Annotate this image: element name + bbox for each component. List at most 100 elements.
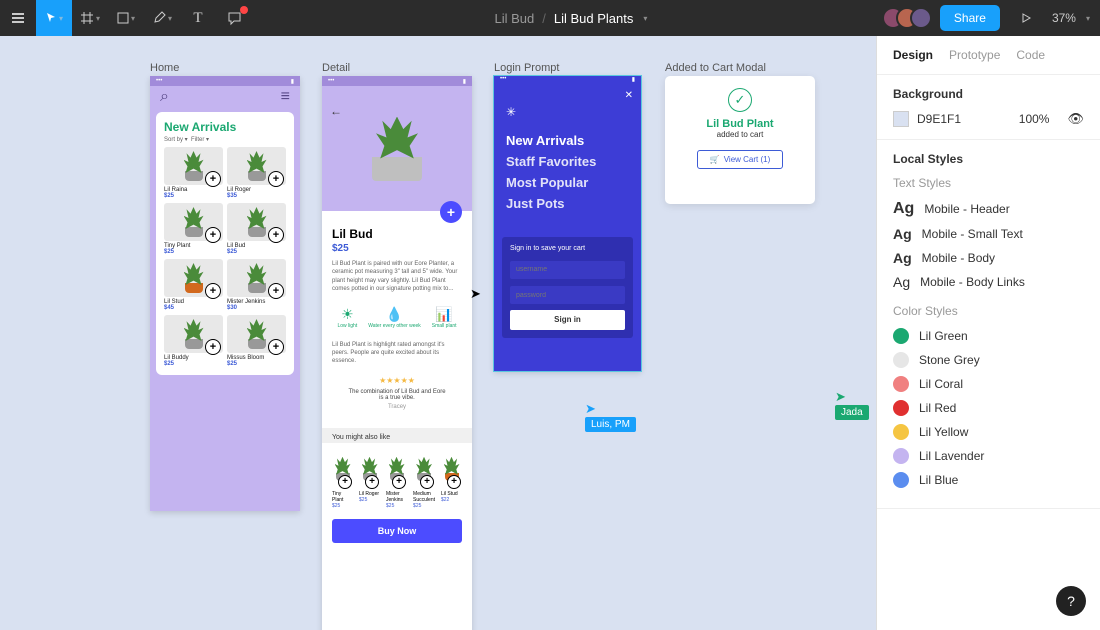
product-card[interactable]: +Lil Roger$35 bbox=[227, 147, 286, 199]
signin-button[interactable]: Sign in bbox=[510, 310, 625, 330]
view-cart-button[interactable]: 🛒View Cart (1) bbox=[697, 150, 784, 169]
properties-panel: Design Prototype Code Background D9E1F1 … bbox=[876, 36, 1100, 630]
logo-icon: ✳ bbox=[494, 105, 641, 119]
suggestion-card[interactable]: +Tiny Plant$25 bbox=[332, 449, 353, 509]
suggestion-price: $25 bbox=[359, 497, 380, 503]
add-to-cart-icon[interactable]: + bbox=[205, 339, 221, 355]
background-swatch[interactable] bbox=[893, 111, 909, 127]
nav-link[interactable]: Just Pots bbox=[506, 196, 629, 211]
frame-icon bbox=[80, 11, 94, 25]
frame-tool[interactable]: ▾ bbox=[72, 0, 108, 36]
help-button[interactable]: ? bbox=[1056, 586, 1086, 616]
text-tool[interactable]: T bbox=[180, 0, 216, 36]
add-to-cart-icon[interactable]: + bbox=[365, 475, 379, 489]
tab-design[interactable]: Design bbox=[893, 48, 933, 62]
avatar[interactable] bbox=[910, 7, 932, 29]
text-style-item[interactable]: AgMobile - Header bbox=[893, 200, 1084, 218]
frame-label-login[interactable]: Login Prompt bbox=[494, 62, 559, 74]
add-to-cart-icon[interactable]: + bbox=[205, 227, 221, 243]
suggestion-name: Lil Roger bbox=[359, 491, 380, 497]
move-tool[interactable]: ▾ bbox=[36, 0, 72, 36]
collaborator-avatars[interactable] bbox=[890, 7, 932, 29]
add-to-cart-icon[interactable]: + bbox=[205, 283, 221, 299]
buy-now-button[interactable]: Buy Now bbox=[332, 519, 462, 543]
chevron-down-icon[interactable]: ▾ bbox=[643, 14, 647, 23]
menu-icon[interactable]: ≡ bbox=[281, 88, 290, 106]
close-icon[interactable]: ✕ bbox=[494, 86, 641, 105]
share-button[interactable]: Share bbox=[940, 5, 1000, 31]
add-to-cart-icon[interactable]: + bbox=[420, 475, 434, 489]
suggestion-card[interactable]: +Lil Stud$22 bbox=[441, 449, 462, 509]
breadcrumb-parent[interactable]: Lil Bud bbox=[495, 11, 535, 26]
product-card[interactable]: +Missus Bloom$25 bbox=[227, 315, 286, 367]
color-style-item[interactable]: Lil Coral bbox=[893, 376, 1084, 392]
product-card[interactable]: +Lil Raina$25 bbox=[164, 147, 223, 199]
nav-link[interactable]: Most Popular bbox=[506, 175, 629, 190]
text-style-item[interactable]: AgMobile - Body Links bbox=[893, 274, 1084, 290]
back-icon[interactable]: ← bbox=[330, 104, 342, 118]
home-filters[interactable]: Sort by ▾ Filter ▾ bbox=[164, 136, 286, 143]
add-to-cart-icon[interactable]: + bbox=[338, 475, 352, 489]
artboard-cart-modal[interactable]: ✓ Lil Bud Plant added to cart 🛒View Cart… bbox=[665, 76, 815, 204]
nav-link[interactable]: New Arrivals bbox=[506, 133, 629, 148]
comment-tool[interactable] bbox=[216, 0, 252, 36]
cursor-icon: ➤ bbox=[585, 401, 596, 416]
present-button[interactable] bbox=[1008, 0, 1044, 36]
canvas[interactable]: Home Detail Login Prompt Added to Cart M… bbox=[0, 36, 876, 630]
add-to-cart-icon[interactable]: + bbox=[392, 475, 406, 489]
product-card[interactable]: +Lil Buddy$25 bbox=[164, 315, 223, 367]
frame-label-detail[interactable]: Detail bbox=[322, 62, 350, 74]
breadcrumb-current[interactable]: Lil Bud Plants bbox=[554, 11, 634, 26]
frame-label-modal[interactable]: Added to Cart Modal bbox=[665, 62, 766, 74]
product-card[interactable]: +Lil Stud$45 bbox=[164, 259, 223, 311]
chevron-down-icon: ▾ bbox=[131, 14, 135, 23]
nav-link[interactable]: Staff Favorites bbox=[506, 154, 629, 169]
artboard-detail[interactable]: •••▮ ← + Lil Bud $25 Lil Bud Plant is pa… bbox=[322, 76, 472, 630]
multiplayer-cursor: ➤ bbox=[470, 286, 481, 302]
comment-icon bbox=[227, 11, 242, 26]
color-style-item[interactable]: Lil Lavender bbox=[893, 448, 1084, 464]
search-icon[interactable]: ⌕ bbox=[160, 88, 169, 106]
color-style-item[interactable]: Lil Yellow bbox=[893, 424, 1084, 440]
artboard-home[interactable]: •••▮ ⌕ ≡ New Arrivals Sort by ▾ Filter ▾… bbox=[150, 76, 300, 511]
care-icon: 💧 bbox=[368, 306, 421, 323]
add-to-cart-icon[interactable]: + bbox=[268, 227, 284, 243]
suggestion-price: $25 bbox=[413, 503, 435, 509]
add-to-cart-icon[interactable]: + bbox=[268, 339, 284, 355]
color-swatch-icon bbox=[893, 328, 909, 344]
add-to-cart-icon[interactable]: + bbox=[268, 171, 284, 187]
menu-button[interactable] bbox=[0, 0, 36, 36]
add-to-cart-icon[interactable]: + bbox=[447, 475, 461, 489]
background-opacity[interactable]: 100% bbox=[1019, 112, 1050, 126]
zoom-level[interactable]: 37% bbox=[1052, 11, 1076, 25]
background-hex[interactable]: D9E1F1 bbox=[917, 112, 961, 126]
add-fab[interactable]: + bbox=[440, 201, 462, 223]
chevron-down-icon[interactable]: ▾ bbox=[1086, 14, 1090, 23]
suggestion-card[interactable]: +Mister Jenkins$25 bbox=[386, 449, 407, 509]
shape-tool[interactable]: ▾ bbox=[108, 0, 144, 36]
product-card[interactable]: +Lil Bud$25 bbox=[227, 203, 286, 255]
frame-label-home[interactable]: Home bbox=[150, 62, 179, 74]
pen-tool[interactable]: ▾ bbox=[144, 0, 180, 36]
eye-icon[interactable]: 👁 bbox=[1067, 111, 1084, 127]
suggestion-card[interactable]: +Medium Succulent$25 bbox=[413, 449, 435, 509]
artboard-login[interactable]: •••▮ ✕ ✳ New ArrivalsStaff FavoritesMost… bbox=[494, 76, 641, 371]
tab-code[interactable]: Code bbox=[1016, 48, 1045, 62]
username-field[interactable] bbox=[510, 261, 625, 279]
text-style-item[interactable]: AgMobile - Small Text bbox=[893, 226, 1084, 242]
add-to-cart-icon[interactable]: + bbox=[205, 171, 221, 187]
color-style-item[interactable]: Lil Red bbox=[893, 400, 1084, 416]
color-style-item[interactable]: Lil Green bbox=[893, 328, 1084, 344]
product-card[interactable]: +Tiny Plant$25 bbox=[164, 203, 223, 255]
color-swatch-icon bbox=[893, 352, 909, 368]
breadcrumb-separator: / bbox=[542, 11, 546, 26]
product-card[interactable]: +Mister Jenkins$30 bbox=[227, 259, 286, 311]
suggestion-card[interactable]: + Lil Roger$25 bbox=[359, 449, 380, 509]
ag-icon: Ag bbox=[893, 250, 912, 266]
text-style-item[interactable]: AgMobile - Body bbox=[893, 250, 1084, 266]
tab-prototype[interactable]: Prototype bbox=[949, 48, 1000, 62]
color-style-item[interactable]: Lil Blue bbox=[893, 472, 1084, 488]
color-style-item[interactable]: Stone Grey bbox=[893, 352, 1084, 368]
add-to-cart-icon[interactable]: + bbox=[268, 283, 284, 299]
password-field[interactable] bbox=[510, 286, 625, 304]
